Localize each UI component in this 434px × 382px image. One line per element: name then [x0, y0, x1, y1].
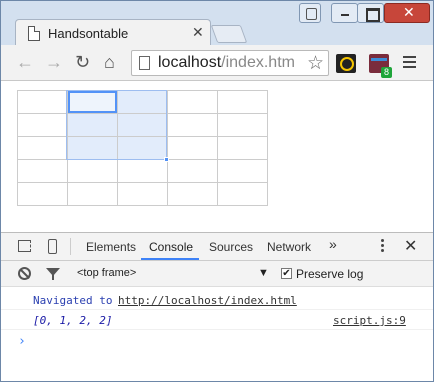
console-message: Navigated to http://localhost/index.html — [1, 290, 433, 310]
page-info-icon[interactable] — [139, 56, 150, 70]
browser-window: Handsontable ✕ ✕ ← → ↻ ⌂ localhost/index… — [0, 0, 434, 382]
address-url: localhost/index.htm — [158, 54, 295, 72]
clear-console-icon[interactable] — [18, 267, 31, 280]
tab-close-icon[interactable]: ✕ — [192, 24, 204, 41]
extension-badge: 8 — [381, 67, 392, 78]
table-row — [17, 159, 268, 183]
browser-toolbar: ← → ↻ ⌂ localhost/index.htm ☆ 8 — [1, 45, 433, 81]
tab-title: Handsontable — [48, 26, 129, 41]
preserve-log-checkbox[interactable]: ✔ — [281, 268, 292, 279]
grid-cell-active[interactable] — [67, 90, 118, 114]
grid-cell[interactable] — [67, 182, 118, 206]
console-message: [0, 1, 2, 2] script.js:9 — [1, 310, 433, 330]
table-row — [17, 182, 268, 206]
grid-cell[interactable] — [167, 136, 218, 160]
grid-cell[interactable] — [117, 182, 168, 206]
inspect-icon[interactable] — [18, 240, 31, 252]
minimize-button[interactable] — [331, 3, 358, 23]
extension-norton-icon[interactable] — [336, 54, 356, 73]
grid-cell[interactable] — [17, 113, 68, 137]
grid-cell[interactable] — [17, 159, 68, 183]
log-value: [0, 1, 2, 2] — [33, 314, 113, 327]
url-path: /index.htm — [221, 54, 295, 71]
title-bar: Handsontable ✕ ✕ — [1, 1, 433, 46]
new-tab-button[interactable] — [210, 25, 248, 43]
reload-icon[interactable]: ↻ — [75, 53, 90, 71]
tab-console[interactable]: Console — [149, 240, 193, 254]
tab-elements[interactable]: Elements — [86, 240, 136, 254]
table-row — [17, 113, 268, 137]
grid-cell-selected[interactable] — [117, 90, 168, 114]
console-prompt[interactable]: › — [18, 334, 26, 349]
navigated-text: Navigated to — [33, 294, 113, 307]
page-viewport — [1, 81, 433, 232]
browser-menu-icon[interactable] — [403, 53, 417, 73]
fill-handle[interactable] — [164, 157, 169, 162]
window-close-button[interactable]: ✕ — [384, 3, 430, 23]
grid-cell-selected[interactable] — [67, 136, 118, 160]
devtools-tab-bar: Elements Console Sources Network » ✕ — [1, 233, 433, 261]
grid-cell[interactable] — [17, 90, 68, 114]
grid-cell[interactable] — [217, 113, 268, 137]
devtools-panel: Elements Console Sources Network » ✕ <to… — [1, 232, 433, 381]
console-output: Navigated to http://localhost/index.html… — [1, 287, 433, 382]
chevron-down-icon[interactable]: ▼ — [258, 267, 269, 279]
grid-cell[interactable] — [217, 159, 268, 183]
profile-button[interactable] — [299, 3, 321, 23]
grid-cell-selected[interactable] — [117, 113, 168, 137]
navigated-url-link[interactable]: http://localhost/index.html — [118, 294, 297, 307]
devtools-close-icon[interactable]: ✕ — [404, 236, 417, 256]
more-tabs-icon[interactable]: » — [329, 236, 337, 252]
grid-cell[interactable] — [217, 90, 268, 114]
grid-cell[interactable] — [167, 90, 218, 114]
divider — [70, 238, 71, 255]
filter-icon[interactable] — [46, 268, 60, 280]
table-row — [17, 90, 268, 114]
grid-cell[interactable] — [167, 113, 218, 137]
forward-arrow-icon[interactable]: → — [45, 53, 63, 71]
devtools-menu-icon[interactable] — [381, 239, 384, 254]
preserve-log-label: Preserve log — [296, 267, 364, 281]
url-host: localhost — [158, 54, 222, 71]
table-row — [17, 136, 268, 160]
grid-cell[interactable] — [17, 136, 68, 160]
address-bar[interactable]: localhost/index.htm ☆ — [131, 50, 329, 76]
active-tab-indicator — [141, 258, 199, 260]
source-link[interactable]: script.js:9 — [333, 314, 406, 327]
device-toolbar-icon[interactable] — [48, 239, 57, 254]
home-icon[interactable]: ⌂ — [104, 53, 115, 71]
tab-network[interactable]: Network — [267, 240, 311, 254]
grid-cell[interactable] — [217, 136, 268, 160]
tab-sources[interactable]: Sources — [209, 240, 253, 254]
browser-tab[interactable]: Handsontable ✕ — [15, 19, 211, 46]
grid-cell-selected[interactable] — [67, 113, 118, 137]
grid-cell[interactable] — [167, 182, 218, 206]
grid-cell[interactable] — [217, 182, 268, 206]
grid-cell[interactable] — [17, 182, 68, 206]
page-icon — [28, 26, 40, 41]
frame-select[interactable]: <top frame> — [77, 267, 136, 279]
grid-cell-selected[interactable] — [117, 136, 168, 160]
close-icon: ✕ — [403, 4, 415, 20]
grid-cell[interactable] — [117, 159, 168, 183]
back-arrow-icon[interactable]: ← — [16, 53, 34, 71]
grid-cell[interactable] — [67, 159, 118, 183]
bookmark-star-icon[interactable]: ☆ — [306, 52, 324, 75]
maximize-button[interactable] — [357, 3, 384, 23]
console-toolbar: <top frame> ▼ ✔ Preserve log — [1, 261, 433, 287]
handsontable-grid[interactable] — [17, 90, 268, 206]
grid-cell[interactable] — [167, 159, 218, 183]
